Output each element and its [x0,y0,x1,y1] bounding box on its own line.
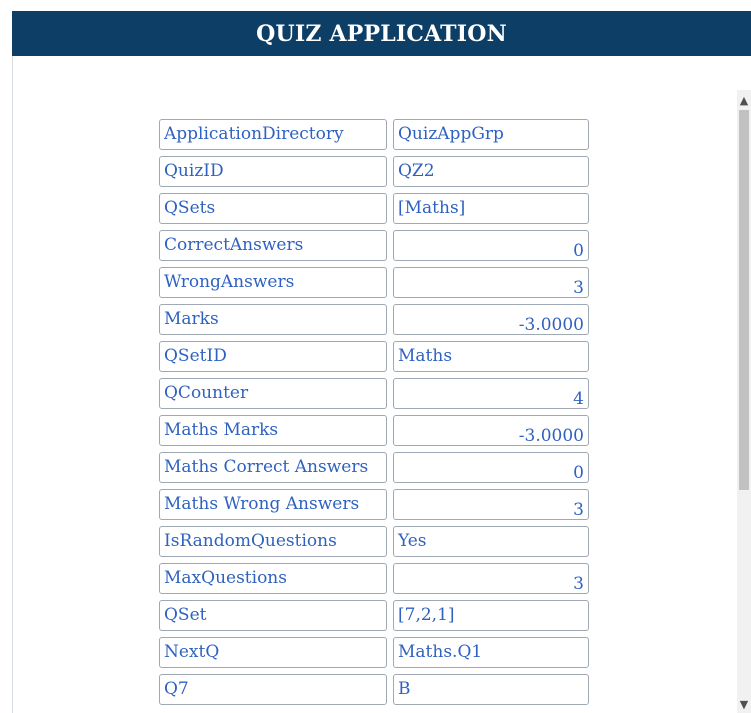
variable-key: ApplicationDirectory [159,119,387,150]
variable-key: Marks [159,304,387,335]
scrollbar-thumb[interactable] [739,110,749,490]
variable-row: CorrectAnswers 0 [159,230,591,261]
variable-row: Marks -3.0000 [159,304,591,335]
variable-key: Maths Correct Answers [159,452,387,483]
variable-value: 3 [393,489,589,520]
variable-value: 4 [393,378,589,409]
vertical-scrollbar[interactable]: ▲ ▼ [737,90,751,713]
variable-row: QCounter 4 [159,378,591,409]
variable-key: IsRandomQuestions [159,526,387,557]
variable-key: QSet [159,600,387,631]
variable-row: MaxQuestions 3 [159,563,591,594]
variable-row: WrongAnswers 3 [159,267,591,298]
variable-row: Q7 B [159,674,591,705]
variable-key: QSets [159,193,387,224]
variable-value: QZ2 [393,156,589,187]
variable-key: Q7 [159,674,387,705]
variable-row: Maths Wrong Answers 3 [159,489,591,520]
variable-value: [Maths] [393,193,589,224]
variable-value: Yes [393,526,589,557]
variable-value: Maths.Q1 [393,637,589,668]
variables-table: ApplicationDirectory QuizAppGrp QuizID Q… [159,119,591,711]
variable-row: QSets [Maths] [159,193,591,224]
variable-key: QCounter [159,378,387,409]
variable-key: QSetID [159,341,387,372]
variable-key: WrongAnswers [159,267,387,298]
variable-key: Maths Wrong Answers [159,489,387,520]
variable-row: QuizID QZ2 [159,156,591,187]
variable-key: NextQ [159,637,387,668]
variable-value: -3.0000 [393,415,589,446]
variable-row: IsRandomQuestions Yes [159,526,591,557]
variable-row: QSet [7,2,1] [159,600,591,631]
variable-value: -3.0000 [393,304,589,335]
variable-key: MaxQuestions [159,563,387,594]
variable-value: 3 [393,563,589,594]
variable-row: Maths Correct Answers 0 [159,452,591,483]
app-title-bar: QUIZ APPLICATION [12,11,751,56]
variable-key: Maths Marks [159,415,387,446]
variable-value: 0 [393,230,589,261]
variable-key: CorrectAnswers [159,230,387,261]
variable-value: Maths [393,341,589,372]
chevron-down-icon[interactable]: ▼ [737,699,751,713]
variable-row: ApplicationDirectory QuizAppGrp [159,119,591,150]
variable-key: QuizID [159,156,387,187]
chevron-up-icon[interactable]: ▲ [737,90,751,108]
variable-row: NextQ Maths.Q1 [159,637,591,668]
variable-value: 3 [393,267,589,298]
variable-value: QuizAppGrp [393,119,589,150]
variable-value: B [393,674,589,705]
variable-row: Maths Marks -3.0000 [159,415,591,446]
variable-value: 0 [393,452,589,483]
app-title: QUIZ APPLICATION [256,20,507,47]
variable-row: QSetID Maths [159,341,591,372]
variable-value: [7,2,1] [393,600,589,631]
